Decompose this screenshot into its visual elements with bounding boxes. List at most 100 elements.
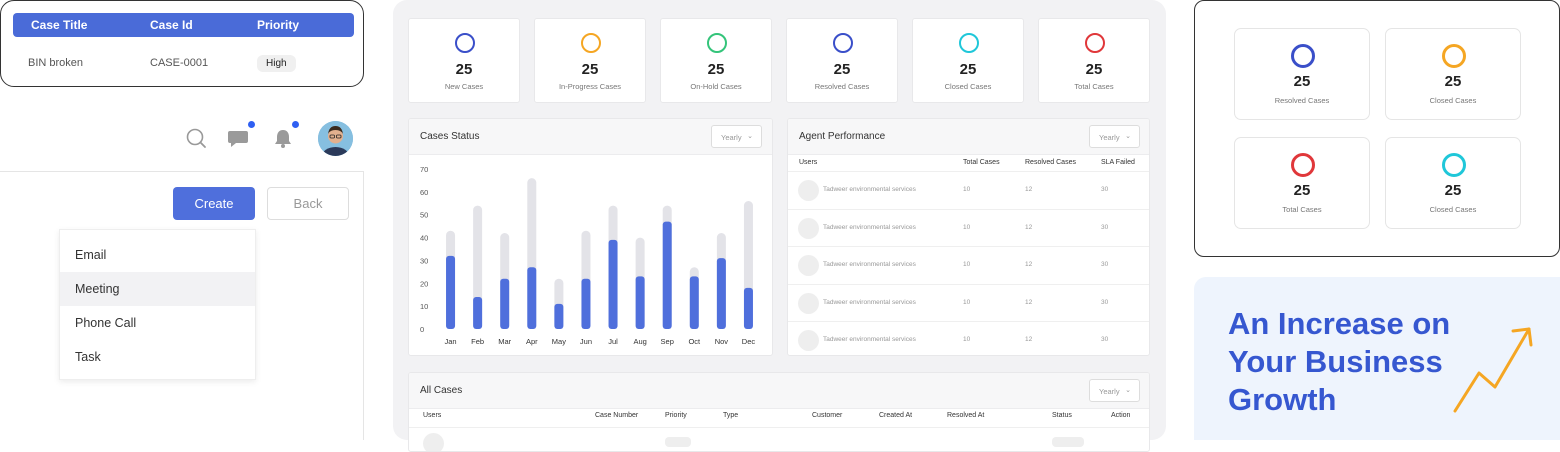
- user-avatar[interactable]: [318, 121, 353, 156]
- yearly-select[interactable]: Yearly ⌄: [711, 125, 762, 148]
- panel-title: All Cases: [420, 385, 463, 396]
- stat-card-closed[interactable]: 25 Closed Cases: [912, 18, 1024, 103]
- stat-card-closed[interactable]: 25 Closed Cases: [1385, 137, 1521, 229]
- cell-sla: 30: [1101, 186, 1109, 193]
- stat-label: Total Cases: [1282, 205, 1322, 214]
- col-type: Type: [723, 412, 739, 419]
- cell-sla: 30: [1101, 336, 1109, 343]
- stat-label: Closed Cases: [1429, 96, 1477, 105]
- col-resolved-at: Resolved At: [947, 412, 985, 419]
- stat-card-total[interactable]: 25 Total Cases: [1234, 137, 1370, 229]
- yearly-select[interactable]: Yearly ⌄: [1089, 125, 1140, 148]
- x-tick-label: Feb: [471, 337, 484, 346]
- stat-value: 25: [1444, 73, 1462, 90]
- panel-header: Cases Status Yearly ⌄: [409, 119, 772, 155]
- table-row[interactable]: Tadweer environmental services 10 12 30: [788, 283, 1149, 321]
- cell-sla: 30: [1101, 298, 1109, 306]
- stat-label: New Cases: [444, 82, 484, 91]
- dropdown-item-email[interactable]: Email: [60, 238, 255, 272]
- chat-icon[interactable]: [225, 124, 253, 152]
- ring-icon: [833, 33, 853, 53]
- activity-type-dropdown: Email Meeting Phone Call Task: [59, 229, 256, 380]
- stat-card-on-hold[interactable]: 25 On-Hold Cases: [660, 18, 772, 103]
- create-button[interactable]: Create: [173, 187, 255, 220]
- header-case-id: Case Id: [150, 18, 193, 32]
- cell-resolved: 12: [1025, 298, 1033, 306]
- stat-label: In-Progress Cases: [558, 82, 622, 91]
- bar-value: [716, 258, 726, 329]
- stat-card-resolved[interactable]: 25 Resolved Cases: [1234, 28, 1370, 120]
- bar-value: [500, 278, 510, 329]
- table-row[interactable]: Tadweer environmental services 10 12 30: [788, 321, 1149, 355]
- status-badge: [1052, 437, 1084, 447]
- x-tick-label: Jul: [608, 337, 618, 346]
- bar-value: [554, 303, 564, 329]
- avatar: [798, 330, 819, 351]
- priority-badge: High: [257, 55, 296, 72]
- panel-header: Agent Performance Yearly ⌄: [788, 119, 1149, 155]
- table-row[interactable]: Tadweer environmental services 10 12 30: [788, 246, 1149, 283]
- stat-value: 25: [833, 61, 851, 78]
- y-tick-label: 20: [420, 279, 428, 288]
- x-tick-label: Apr: [526, 337, 538, 346]
- x-tick-label: Oct: [688, 337, 701, 346]
- col-created-at: Created At: [879, 412, 913, 419]
- summary-stats-card: 25 Resolved Cases 25 Closed Cases 25 Tot…: [1194, 0, 1560, 257]
- divider: [0, 171, 364, 172]
- ring-icon: [455, 33, 475, 53]
- table-row[interactable]: BIN broken CASE-0001 High: [13, 51, 354, 77]
- cell-user: Tadweer environmental services: [823, 186, 916, 193]
- cell-resolved: 12: [1025, 186, 1033, 193]
- x-tick-label: Jan: [444, 337, 456, 346]
- col-status: Status: [1052, 412, 1072, 419]
- avatar: [798, 255, 819, 276]
- cell-total: 10: [963, 336, 971, 343]
- case-table-header: Case Title Case Id Priority: [13, 13, 354, 37]
- back-button[interactable]: Back: [267, 187, 349, 220]
- y-tick-label: 60: [420, 188, 428, 197]
- bar-value: [608, 239, 618, 329]
- table-row[interactable]: Tadweer environmental services 10 12 30: [788, 208, 1149, 246]
- dropdown-item-phone-call[interactable]: Phone Call: [60, 306, 255, 340]
- divider: [363, 172, 364, 440]
- col-total-cases: Total Cases: [963, 159, 1000, 166]
- stat-card-resolved[interactable]: 25 Resolved Cases: [786, 18, 898, 103]
- dropdown-item-task[interactable]: Task: [60, 340, 255, 374]
- stat-value: 25: [1444, 182, 1462, 199]
- bar-value: [662, 221, 672, 329]
- col-priority: Priority: [665, 412, 687, 419]
- x-tick-label: Jun: [580, 337, 592, 346]
- bell-icon[interactable]: [269, 124, 297, 152]
- cell-user: Tadweer environmental services: [823, 298, 916, 306]
- bar-value: [446, 255, 456, 329]
- cell-resolved: 12: [1025, 223, 1033, 231]
- stat-card-total[interactable]: 25 Total Cases: [1038, 18, 1150, 103]
- cell-user: Tadweer environmental services: [823, 261, 916, 268]
- table-row[interactable]: Tadweer environmental services 10 12 30: [788, 171, 1149, 208]
- select-value: Yearly: [1099, 133, 1120, 142]
- cell-user: Tadweer environmental services: [823, 223, 916, 231]
- select-value: Yearly: [721, 133, 742, 142]
- stat-card-in-progress[interactable]: 25 In-Progress Cases: [534, 18, 646, 103]
- stat-card-new-cases[interactable]: 25 New Cases: [408, 18, 520, 103]
- col-resolved-cases: Resolved Cases: [1025, 159, 1076, 166]
- chevron-down-icon: ⌄: [747, 133, 753, 140]
- avatar: [798, 180, 819, 201]
- ring-icon: [1442, 153, 1466, 177]
- dropdown-item-meeting[interactable]: Meeting: [60, 272, 255, 306]
- header-case-title: Case Title: [31, 18, 88, 32]
- stat-card-closed[interactable]: 25 Closed Cases: [1385, 28, 1521, 120]
- stat-label: Total Cases: [1074, 82, 1114, 91]
- cell-total: 10: [963, 186, 971, 193]
- yearly-select[interactable]: Yearly ⌄: [1089, 379, 1140, 402]
- cell-sla: 30: [1101, 223, 1109, 231]
- cell-resolved: 12: [1025, 336, 1033, 343]
- ring-icon: [1085, 33, 1105, 53]
- search-icon[interactable]: [182, 124, 210, 152]
- stat-label: On-Hold Cases: [690, 82, 742, 91]
- stat-value: 25: [1293, 182, 1311, 199]
- ring-icon: [1291, 153, 1315, 177]
- stat-value: 25: [455, 61, 473, 78]
- avatar: [798, 292, 819, 314]
- x-tick-label: Mar: [498, 337, 511, 346]
